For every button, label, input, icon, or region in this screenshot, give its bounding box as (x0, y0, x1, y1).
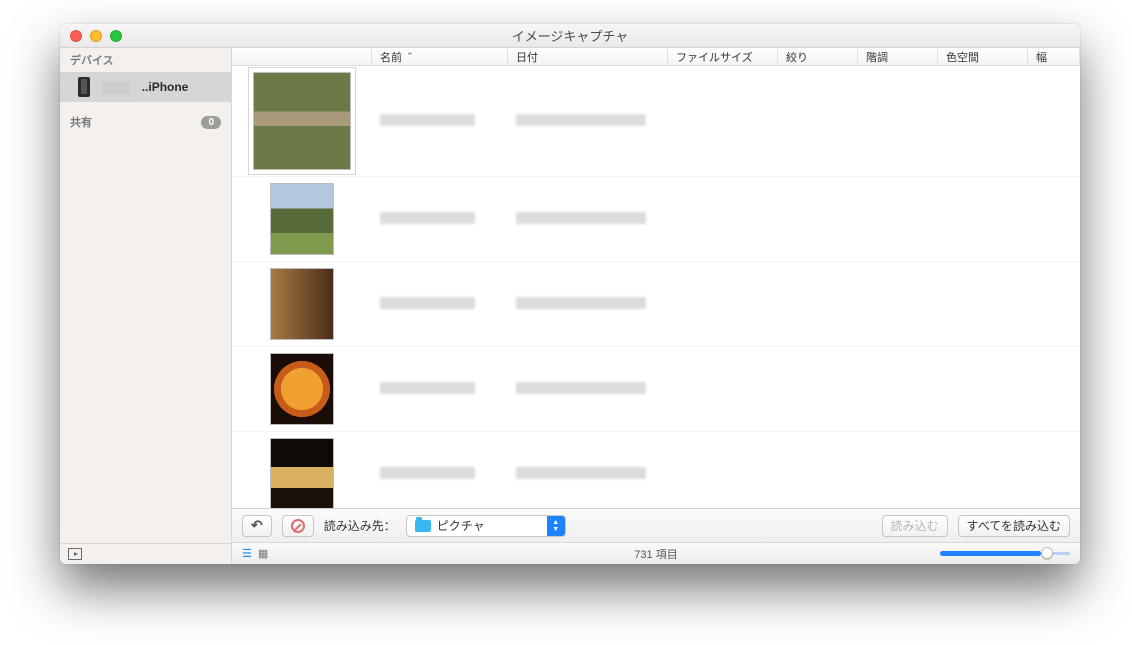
cell-name (372, 206, 508, 233)
column-header-label: ファイルサイズ (676, 49, 753, 65)
obscured-text (380, 212, 475, 224)
sidebar-section-label: デバイス (70, 52, 114, 68)
cell-thumbnail (232, 262, 372, 346)
import-all-button[interactable]: すべてを読み込む (958, 515, 1070, 537)
import-destination-select[interactable]: ピクチャ ▲▼ (406, 515, 566, 537)
thumbnail-image (270, 353, 334, 425)
table-row[interactable] (232, 432, 1080, 508)
obscured-text (380, 114, 475, 126)
show-panel-icon (68, 548, 82, 560)
cell-thumbnail (232, 432, 372, 508)
button-label: 読み込む (891, 517, 939, 534)
obscured-text (516, 382, 646, 394)
column-header-name[interactable]: 名前 ⌃ (372, 48, 508, 65)
app-window: イメージキャプチャ デバイス ▇▇▇ ..iPhone 共有 0 (60, 24, 1080, 564)
grid-view-icon[interactable]: ▦ (258, 547, 268, 560)
cell-thumbnail (232, 66, 372, 176)
column-header-label: 階調 (866, 49, 888, 65)
table-header-row: 名前 ⌃ 日付 ファイルサイズ 絞り 階調 色空間 (232, 48, 1080, 66)
column-header-date[interactable]: 日付 (508, 48, 668, 65)
rotate-icon: ↶ (251, 517, 263, 534)
column-header-label: 日付 (516, 49, 538, 65)
cell-thumbnail (232, 347, 372, 431)
import-to-label: 読み込み先： (324, 517, 396, 534)
column-header-label: 名前 (380, 49, 402, 65)
table-row[interactable] (232, 177, 1080, 262)
column-header-colorspace[interactable]: 色空間 (938, 48, 1028, 65)
obscured-text (516, 297, 646, 309)
table-row[interactable] (232, 347, 1080, 432)
main-area: デバイス ▇▇▇ ..iPhone 共有 0 (60, 48, 1080, 564)
thumbnail-zoom-slider[interactable] (940, 552, 1070, 555)
obscured-text (516, 212, 646, 224)
prohibit-icon (291, 519, 305, 533)
column-header-aperture[interactable]: 絞り (778, 48, 858, 65)
slider-track[interactable] (940, 552, 1070, 555)
obscured-text (380, 297, 475, 309)
cell-name (372, 291, 508, 318)
column-header-label: 幅 (1036, 49, 1047, 65)
cell-date (508, 461, 668, 488)
select-body: ピクチャ (407, 516, 547, 536)
status-bar: ☰ ▦ 731 項目 (232, 542, 1080, 564)
cell-thumbnail (232, 177, 372, 261)
cell-name (372, 461, 508, 488)
device-name-suffix: ..iPhone (142, 80, 189, 94)
thumbnail-image (270, 268, 334, 340)
bottom-toolbar: ↶ 読み込み先： ピクチャ ▲▼ 読み込む (232, 508, 1080, 542)
content-column: 名前 ⌃ 日付 ファイルサイズ 絞り 階調 色空間 (232, 48, 1080, 564)
sidebar-footer[interactable] (60, 543, 231, 564)
folder-icon (415, 520, 431, 532)
obscured-text (516, 467, 646, 479)
window-title: イメージキャプチャ (60, 26, 1080, 45)
delete-button[interactable] (282, 515, 314, 537)
table-body[interactable] (232, 66, 1080, 508)
cell-date (508, 206, 668, 233)
slider-thumb[interactable] (1041, 547, 1053, 559)
thumbnail-image (253, 72, 351, 170)
thumbnail-image (270, 438, 334, 508)
column-header-width[interactable]: 幅 (1028, 48, 1080, 65)
column-header-thumbnail[interactable] (232, 48, 372, 65)
cell-date (508, 108, 668, 135)
view-mode-toggle[interactable]: ☰ ▦ (242, 547, 268, 560)
sort-ascending-icon: ⌃ (406, 51, 414, 62)
select-stepper-icon: ▲▼ (547, 516, 565, 536)
table-row[interactable] (232, 262, 1080, 347)
thumbnail-image (270, 183, 334, 255)
button-label: すべてを読み込む (967, 517, 1061, 534)
sidebar-section-devices: デバイス (60, 48, 231, 72)
cell-date (508, 291, 668, 318)
sidebar: デバイス ▇▇▇ ..iPhone 共有 0 (60, 48, 232, 564)
device-name-obscured: ▇▇▇ (98, 80, 134, 94)
obscured-text (380, 382, 475, 394)
column-header-label: 色空間 (946, 49, 979, 65)
iphone-icon (78, 77, 90, 97)
titlebar[interactable]: イメージキャプチャ (60, 24, 1080, 48)
cell-date (508, 376, 668, 403)
import-button[interactable]: 読み込む (882, 515, 948, 537)
select-value: ピクチャ (437, 517, 485, 534)
table-row[interactable] (232, 66, 1080, 177)
sidebar-section-label: 共有 (70, 114, 92, 130)
rotate-button[interactable]: ↶ (242, 515, 272, 537)
column-header-tone[interactable]: 階調 (858, 48, 938, 65)
list-view-icon[interactable]: ☰ (242, 547, 252, 560)
sidebar-item-iphone[interactable]: ▇▇▇ ..iPhone (60, 72, 231, 102)
column-header-filesize[interactable]: ファイルサイズ (668, 48, 778, 65)
shared-count-badge: 0 (201, 116, 221, 129)
sidebar-section-shared: 共有 0 (60, 110, 231, 134)
obscured-text (380, 467, 475, 479)
obscured-text (516, 114, 646, 126)
column-header-label: 絞り (786, 49, 808, 65)
cell-name (372, 376, 508, 403)
cell-name (372, 108, 508, 135)
